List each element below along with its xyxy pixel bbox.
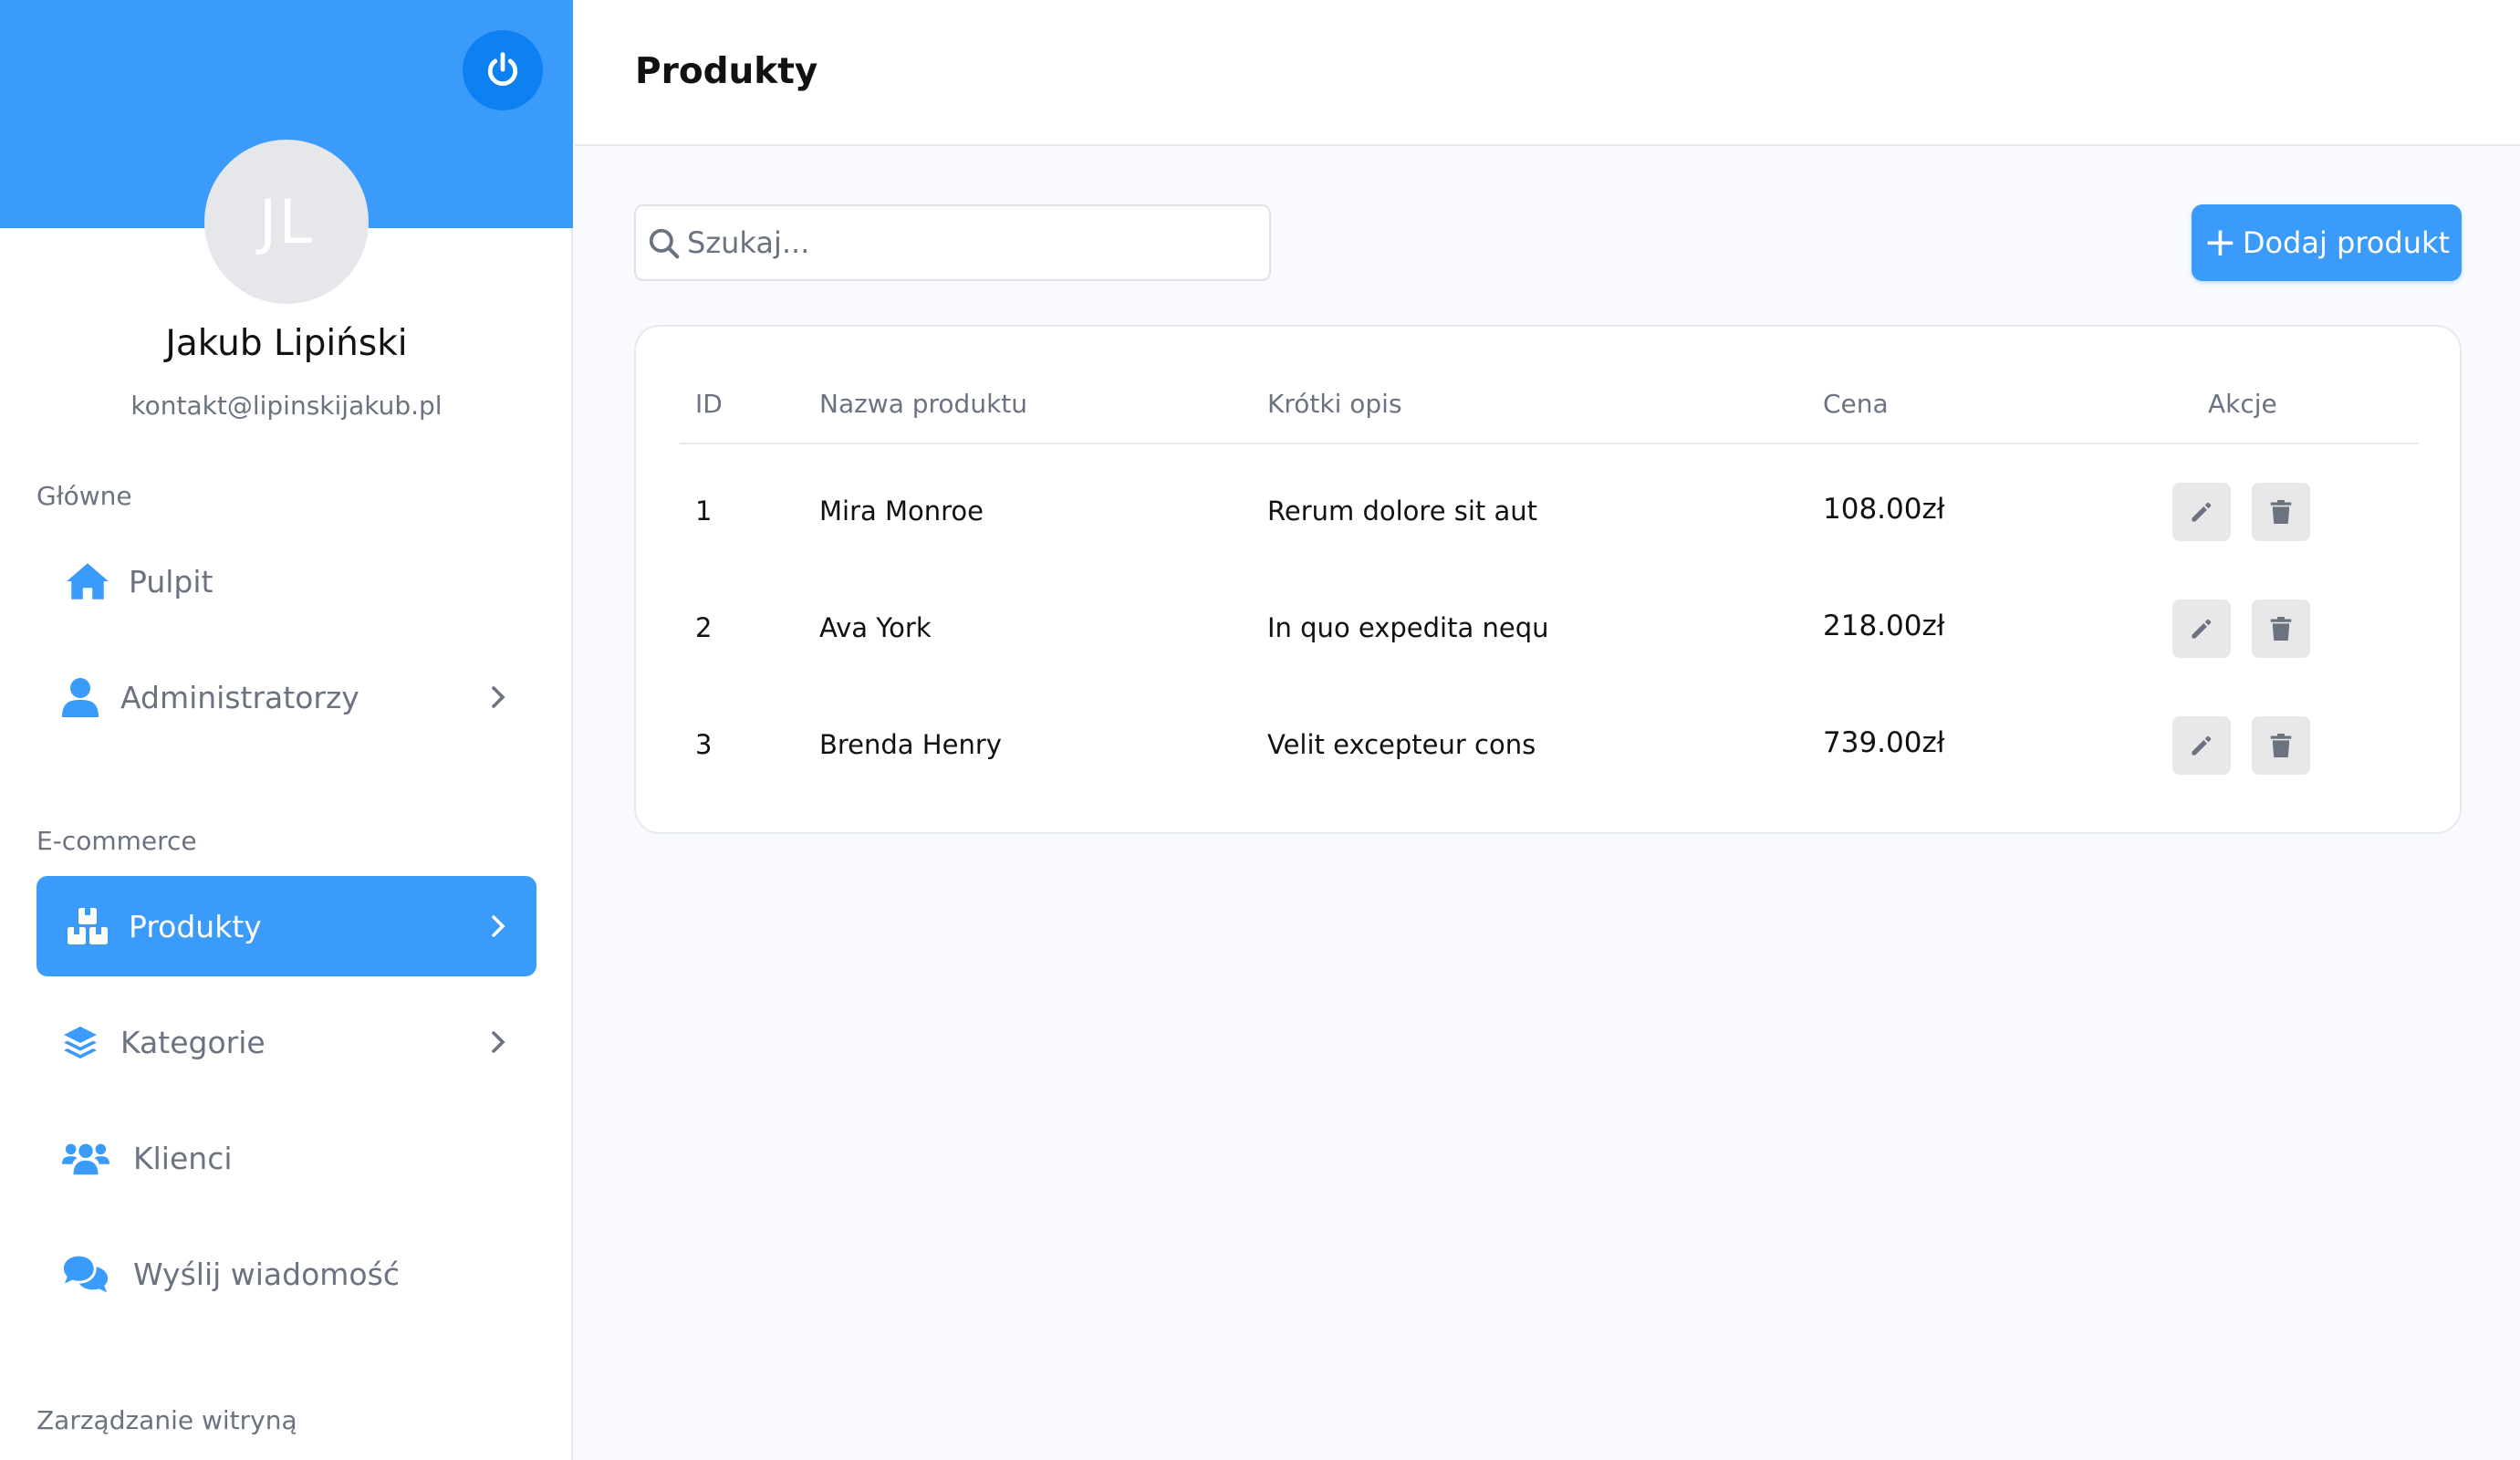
pencil-icon xyxy=(2192,502,2212,522)
search-icon xyxy=(649,228,680,259)
sidebar: JL Jakub Lipiński kontakt@lipinskijakub.… xyxy=(0,0,573,1460)
power-icon xyxy=(487,52,518,86)
cell-name: Mira Monroe xyxy=(819,495,984,527)
search-input[interactable] xyxy=(687,219,1253,266)
sidebar-item-label: Kategorie xyxy=(120,1024,266,1060)
trash-icon xyxy=(2270,617,2292,641)
sidebar-item-kategorie[interactable]: Kategorie xyxy=(36,992,536,1092)
sidebar-item-administratorzy[interactable]: Administratorzy xyxy=(36,647,536,747)
column-header-name[interactable]: Nazwa produktu xyxy=(819,389,1027,419)
pencil-icon xyxy=(2192,619,2212,639)
trash-icon xyxy=(2270,500,2292,524)
avatar: JL xyxy=(204,140,369,304)
sidebar-item-klienci[interactable]: Klienci xyxy=(36,1108,536,1208)
chevron-right-icon xyxy=(485,1029,511,1055)
section-label-site: Zarządzanie witryną xyxy=(36,1405,297,1435)
cell-price: 218.00zł xyxy=(1823,610,1945,642)
user-name: Jakub Lipiński xyxy=(165,323,408,364)
cell-id: 2 xyxy=(695,612,713,643)
cell-id: 3 xyxy=(695,729,713,760)
plus-icon: + xyxy=(2202,219,2237,266)
cell-price: 108.00zł xyxy=(1823,493,1945,526)
cell-description: In quo expedita nequ xyxy=(1267,612,1549,643)
home-icon xyxy=(64,558,111,605)
sidebar-item-produkty[interactable]: Produkty xyxy=(36,876,536,976)
cell-name: Brenda Henry xyxy=(819,729,1002,760)
sidebar-item-wyslij-wiadomosc[interactable]: Wyślij wiadomość xyxy=(36,1224,536,1324)
delete-button[interactable] xyxy=(2252,716,2310,775)
sidebar-item-label: Klienci xyxy=(133,1140,233,1176)
add-product-label: Dodaj produkt xyxy=(2242,225,2451,260)
sidebar-item-label: Pulpit xyxy=(129,563,213,600)
column-header-actions: Akcje xyxy=(2208,389,2277,419)
header-divider xyxy=(680,443,2419,444)
user-email: kontakt@lipinskijakub.pl xyxy=(130,391,443,421)
delete-button[interactable] xyxy=(2252,600,2310,658)
cell-id: 1 xyxy=(695,495,713,527)
sidebar-item-label: Wyślij wiadomość xyxy=(133,1256,400,1292)
edit-button[interactable] xyxy=(2172,600,2231,658)
sidebar-item-pulpit[interactable]: Pulpit xyxy=(36,531,536,631)
user-icon xyxy=(57,673,104,721)
topbar: Produkty xyxy=(575,0,2520,146)
search-box[interactable] xyxy=(634,204,1271,281)
cell-description: Velit excepteur cons xyxy=(1267,729,1536,760)
column-header-description[interactable]: Krótki opis xyxy=(1267,389,1402,419)
column-header-price[interactable]: Cena xyxy=(1823,389,1889,419)
chevron-right-icon xyxy=(485,684,511,710)
boxes-icon xyxy=(64,902,111,950)
page-title: Produkty xyxy=(635,51,818,92)
cell-name: Ava York xyxy=(819,612,932,643)
edit-button[interactable] xyxy=(2172,483,2231,541)
edit-button[interactable] xyxy=(2172,716,2231,775)
sidebar-item-label: Produkty xyxy=(129,908,262,944)
logout-button[interactable] xyxy=(463,30,543,110)
comments-icon xyxy=(62,1250,109,1298)
users-icon xyxy=(62,1134,109,1182)
trash-icon xyxy=(2270,734,2292,757)
delete-button[interactable] xyxy=(2252,483,2310,541)
layers-icon xyxy=(57,1018,104,1066)
products-table: ID Nazwa produktu Krótki opis Cena Akcje… xyxy=(634,325,2462,834)
chevron-right-icon xyxy=(485,913,511,939)
add-product-button[interactable]: + Dodaj produkt xyxy=(2192,204,2462,281)
section-label-ecommerce: E-commerce xyxy=(36,826,197,856)
section-label-main: Główne xyxy=(36,481,132,511)
pencil-icon xyxy=(2192,735,2212,756)
column-header-id[interactable]: ID xyxy=(695,389,723,419)
cell-price: 739.00zł xyxy=(1823,726,1945,759)
sidebar-item-label: Administratorzy xyxy=(120,679,359,715)
cell-description: Rerum dolore sit aut xyxy=(1267,495,1538,527)
